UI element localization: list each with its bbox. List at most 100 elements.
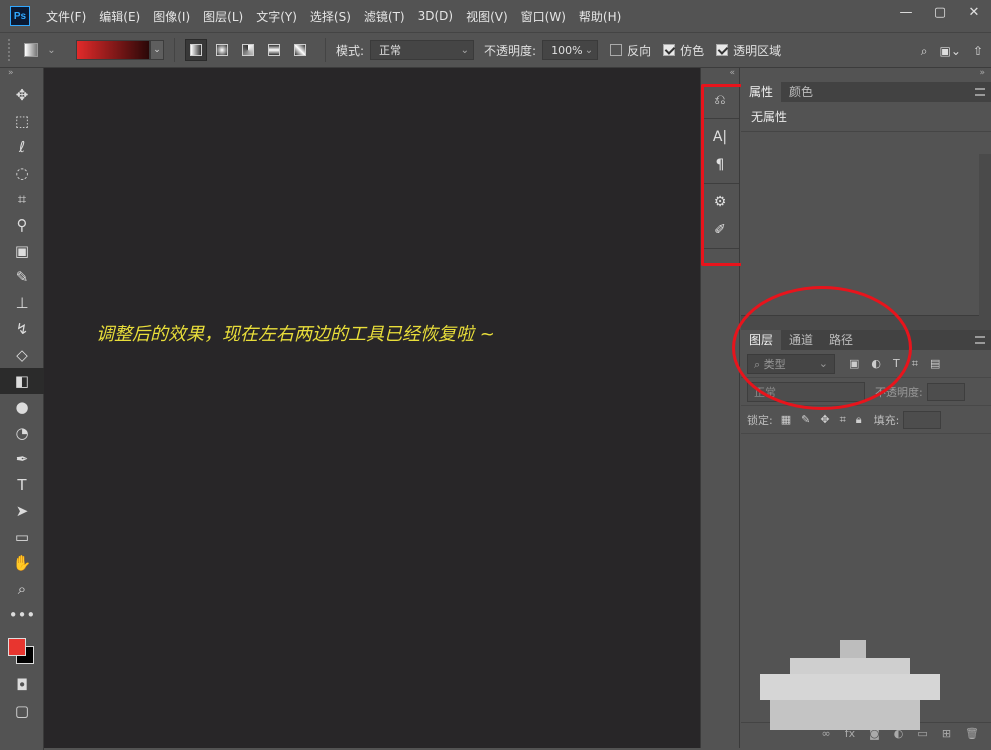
quick-select-tool[interactable]: ◌ [0,160,44,186]
fill-input[interactable] [903,410,942,429]
tab-color[interactable]: 颜色 [781,82,821,102]
rectangle-icon: ▭ [14,528,30,546]
gradient-tool[interactable]: ◧ [0,368,44,394]
divider [325,38,326,62]
close-button[interactable]: ✕ [957,0,991,24]
zoom-tool[interactable]: ⌕ [0,576,44,602]
lock-all-icon[interactable]: 🔒︎ [856,413,862,427]
lock-position-icon[interactable]: ✥ [820,413,829,427]
lasso-tool[interactable]: ℓ [0,134,44,160]
crop-tool[interactable]: ⌗ [0,186,44,212]
properties-tabs: 属性 颜色 [741,82,991,102]
menu-image[interactable]: 图像(I) [153,8,190,25]
options-right: ⌕ ▣⌄ ⇧ [921,33,983,69]
menu-window[interactable]: 窗口(W) [521,8,566,25]
collapse-toolbar-icon[interactable]: » [0,68,43,82]
stamp-tool[interactable]: ⊥ [0,290,44,316]
lock-artboard-icon[interactable]: ⌗ [840,413,846,427]
panel-menu-icon[interactable] [975,336,985,344]
lock-pixels-icon[interactable]: ✎ [801,413,810,427]
linear-gradient-button[interactable] [185,39,207,61]
search-icon[interactable]: ⌕ [921,44,928,59]
gradient-picker-dropdown[interactable]: ⌄ [150,40,164,60]
blur-icon: ● [15,398,29,416]
opacity-input[interactable]: 100% ⌄ [542,40,599,60]
photoshop-logo-icon[interactable]: Ps [10,6,30,26]
options-bar: ⌄ ⌄ 模式: 正常 ⌄ 不透明度: 100% ⌄ 反向 仿色 透明区域 ⌕ ▣… [0,32,991,68]
quick-mask-icon[interactable]: ◘ [0,672,44,698]
eyedropper-tool[interactable]: ⚲ [0,212,44,238]
tool-list: ✥ ⬚ ℓ ◌ ⌗ ⚲ ▣ ✎ ⊥ ↯ ◇ ◧ ● ◔ ✒ T ➤ ▭ ✋ ⌕ ••• [0,82,44,628]
marquee-tool[interactable]: ⬚ [0,108,44,134]
reverse-check-icon [610,44,623,56]
menu-view[interactable]: 视图(V) [466,8,508,25]
panel-menu-icon[interactable] [975,88,985,96]
gradient-preview[interactable] [76,40,150,60]
menu-help[interactable]: 帮助(H) [579,8,621,25]
move-tool[interactable]: ✥ [0,82,44,108]
transparency-label: 透明区域 [733,43,782,58]
dodge-tool[interactable]: ◔ [0,420,44,446]
new-layer-icon[interactable]: ⊞ [942,727,951,740]
mode-select[interactable]: 正常 ⌄ [370,40,475,60]
minimize-button[interactable]: — [889,0,923,24]
stamp-icon: ⊥ [15,294,29,312]
type-tool[interactable]: T [0,472,44,498]
properties-scrollbar[interactable] [979,154,991,316]
annotation-ellipse [732,286,912,410]
transparency-checkbox[interactable]: 透明区域 [716,42,781,59]
dither-label: 仿色 [680,43,705,58]
patch-tool[interactable]: ▣ [0,238,44,264]
path-select-tool[interactable]: ➤ [0,498,44,524]
hand-tool[interactable]: ✋ [0,550,44,576]
marquee-icon: ⬚ [14,112,30,130]
layer-opacity-input[interactable] [926,382,965,401]
no-properties-text: 无属性 [741,102,991,132]
maximize-button[interactable]: ▢ [923,0,957,24]
menu-filter[interactable]: 滤镜(T) [364,8,405,25]
tools-panel: » ✥ ⬚ ℓ ◌ ⌗ ⚲ ▣ ✎ ⊥ ↯ ◇ ◧ ● ◔ ✒ T ➤ ▭ ✋ ⌕ ••• ◘ ▢ [0,68,44,750]
pen-tool[interactable]: ✒ [0,446,44,472]
collapse-panels-icon[interactable]: » [741,68,991,82]
chevron-down-icon: ⌄ [460,44,470,56]
smart-object-filter-icon[interactable]: ▤ [930,357,940,371]
diamond-gradient-button[interactable] [289,39,311,61]
menu-select[interactable]: 选择(S) [310,8,351,25]
foreground-color[interactable] [8,638,26,656]
options-grip[interactable] [8,39,12,61]
menu-type[interactable]: 文字(Y) [256,8,297,25]
opacity-label: 不透明度: [484,43,537,58]
shape-filter-icon[interactable]: ⌗ [912,357,918,371]
menu-edit[interactable]: 编辑(E) [99,8,140,25]
reverse-checkbox[interactable]: 反向 [610,42,651,59]
more-tools[interactable]: ••• [0,602,44,628]
share-icon[interactable]: ⇧ [973,44,983,58]
delete-layer-icon[interactable]: 🗑︎ [965,727,979,740]
tab-properties[interactable]: 属性 [741,82,782,102]
mores-icon: ••• [8,606,36,624]
watermark-mosaic [760,630,940,740]
quick-select-icon: ◌ [15,164,29,182]
menu-file[interactable]: 文件(F) [46,8,86,25]
menu-layer[interactable]: 图层(L) [203,8,243,25]
dither-checkbox[interactable]: 仿色 [663,42,704,59]
expand-panels-icon[interactable]: « [701,68,739,82]
document-canvas[interactable]: 调整后的效果，现在左右两边的工具已经恢复啦 ~ [44,68,700,748]
pen-icon: ✒ [15,450,29,468]
lock-transparency-icon[interactable]: ▦ [781,413,791,427]
blur-tool[interactable]: ● [0,394,44,420]
chevron-down-icon: ⌄ [47,44,56,56]
menu-3d[interactable]: 3D(D) [418,9,453,23]
history-brush-tool[interactable]: ↯ [0,316,44,342]
tool-preset-picker[interactable]: ⌄ [20,38,60,62]
angle-gradient-button[interactable] [237,39,259,61]
screen-mode-icon[interactable]: ▢ [0,698,44,724]
rectangle-tool[interactable]: ▭ [0,524,44,550]
brush-tool[interactable]: ✎ [0,264,44,290]
reflected-gradient-button[interactable] [263,39,285,61]
eraser-tool[interactable]: ◇ [0,342,44,368]
gradient-tool-preset-icon [24,43,39,57]
radial-gradient-button[interactable] [211,39,233,61]
hand-icon: ✋ [12,554,32,572]
workspace-icon[interactable]: ▣⌄ [940,44,961,58]
